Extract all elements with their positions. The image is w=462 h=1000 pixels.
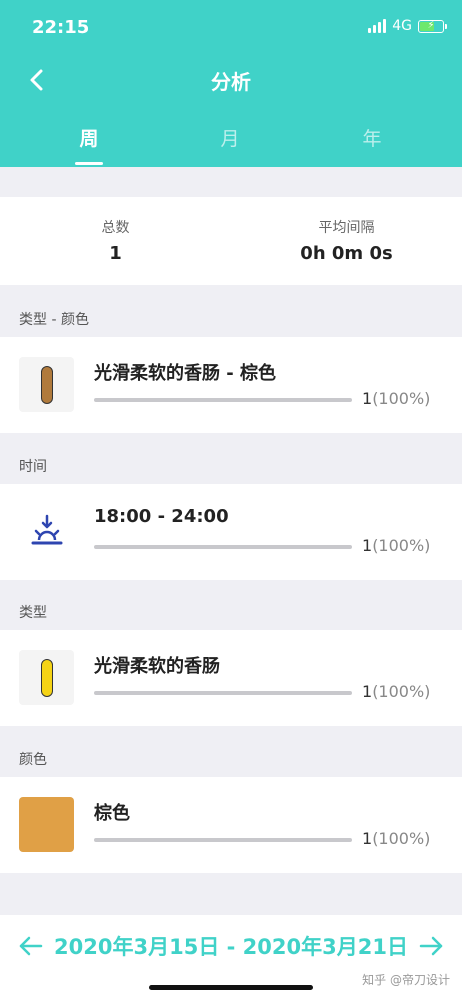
status-indicators: 4G ⚡ [368, 18, 447, 34]
tab-month[interactable]: 月 [200, 124, 260, 151]
interval-stat: 平均间隔 0h 0m 0s [231, 217, 462, 264]
interval-label: 平均间隔 [318, 220, 375, 236]
brown-capsule-icon [19, 357, 74, 412]
item-title: 光滑柔软的香肠 - 棕色 [94, 363, 277, 384]
progress-bar [94, 838, 352, 842]
list-item-type-color[interactable]: 光滑柔软的香肠 - 棕色 1(100%) [0, 337, 462, 433]
period-tabs: 周 月 年 [0, 120, 462, 167]
network-type: 4G [392, 18, 412, 34]
progress-bar [94, 398, 352, 402]
item-title: 18:00 - 24:00 [94, 506, 229, 527]
color-swatch-icon [19, 797, 74, 852]
item-count: 1(100%) [362, 829, 431, 848]
watermark: 知乎 @帝刀设计 [362, 973, 450, 987]
summary-card: 总数 1 平均间隔 0h 0m 0s [0, 197, 462, 285]
item-title: 棕色 [94, 803, 130, 824]
total-stat: 总数 1 [0, 217, 231, 264]
tab-week[interactable]: 周 [59, 124, 119, 151]
status-time: 22:15 [32, 17, 90, 38]
tab-year[interactable]: 年 [342, 124, 402, 151]
total-value: 1 [109, 243, 122, 264]
sunset-icon [19, 504, 74, 559]
list-item-type[interactable]: 光滑柔软的香肠 1(100%) [0, 630, 462, 726]
page-title: 分析 [211, 70, 251, 94]
signal-icon [368, 19, 387, 33]
section-label-color: 颜色 [19, 752, 47, 768]
header: 22:15 4G ⚡ 分析 周 月 年 [0, 0, 462, 167]
date-navigator: 2020年3月15日 - 2020年3月21日 知乎 @帝刀设计 [0, 915, 462, 1000]
section-label-type: 类型 [19, 605, 47, 621]
home-indicator[interactable] [149, 985, 313, 990]
battery-icon: ⚡ [418, 19, 447, 33]
active-tab-indicator [75, 162, 103, 165]
item-count: 1(100%) [362, 536, 431, 555]
list-item-color[interactable]: 棕色 1(100%) [0, 777, 462, 873]
item-title: 光滑柔软的香肠 [94, 656, 220, 677]
interval-value: 0h 0m 0s [300, 243, 393, 264]
progress-bar [94, 691, 352, 695]
list-item-time[interactable]: 18:00 - 24:00 1(100%) [0, 484, 462, 580]
date-range-label: 2020年3月15日 - 2020年3月21日 [54, 935, 408, 959]
item-count: 1(100%) [362, 389, 431, 408]
total-label: 总数 [101, 220, 130, 236]
yellow-capsule-icon [19, 650, 74, 705]
section-label-type-color: 类型 - 颜色 [19, 312, 89, 328]
next-week-arrow-icon[interactable] [418, 933, 444, 959]
item-count: 1(100%) [362, 682, 431, 701]
section-label-time: 时间 [19, 459, 47, 475]
progress-bar [94, 545, 352, 549]
